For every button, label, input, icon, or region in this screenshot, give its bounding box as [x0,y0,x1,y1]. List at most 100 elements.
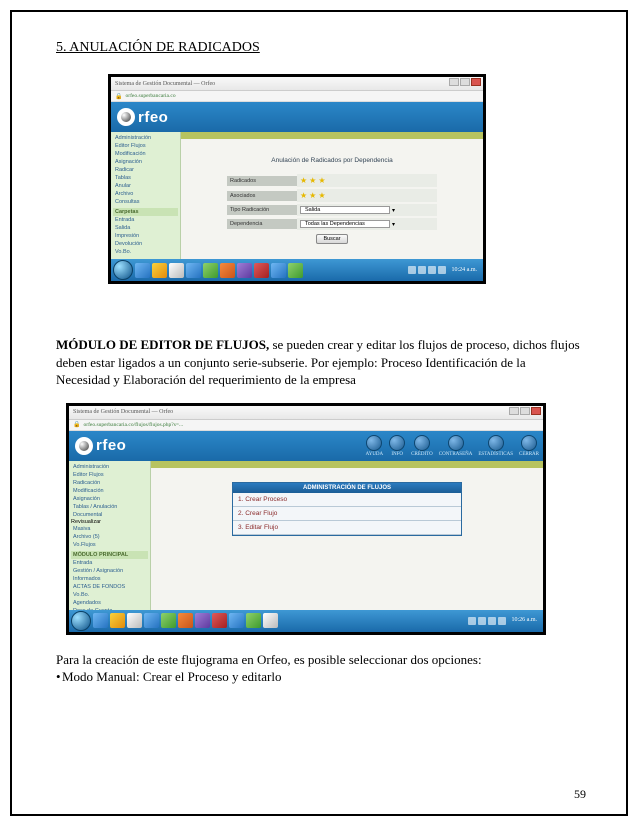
taskbar-icon[interactable] [127,613,142,628]
sidebar-item[interactable]: Entrada [71,559,148,567]
field-label: Dependencia [227,219,297,229]
taskbar-icon[interactable] [246,613,261,628]
window-controls [449,78,481,86]
sidebar-item[interactable]: Informados [71,575,148,583]
screenshot-editor-flujos: Sistema de Gestión Documental — Orfeo 🔒 … [66,403,546,635]
sidebar-item[interactable]: Modificación [113,150,178,158]
sidebar-item[interactable]: Agendados [71,599,148,607]
paragraph-line: Para la creación de este flujograma en O… [56,651,582,669]
select-input[interactable]: Salida [300,206,390,214]
admin-flujos-panel: ADMINISTRACIÓN DE FLUJOS 1. Crear Proces… [232,482,462,536]
taskbar-icon[interactable] [135,263,150,278]
brand-name: rfeo [138,109,168,126]
sidebar-item[interactable]: Archivo (5) [71,533,148,541]
taskbar-icon[interactable] [237,263,252,278]
start-button-icon[interactable] [113,260,133,280]
windows-taskbar: 10:26 a.m. [69,610,543,632]
sidebar-item[interactable]: Masiva [71,525,148,533]
sidebar: Administración Editor Flujos Radicación … [69,461,151,610]
sidebar-item[interactable]: Asignación [71,495,148,503]
page-number: 59 [574,787,586,802]
taskbar-icon[interactable] [229,613,244,628]
stats-icon[interactable] [488,435,504,451]
sidebar-item[interactable]: Entrada [113,216,178,224]
field-value[interactable]: ★★★ [297,189,437,202]
sidebar-item[interactable]: Radicación [71,479,148,487]
sidebar-item[interactable]: Tablas / Anulación [71,503,148,511]
taskbar-icon[interactable] [195,613,210,628]
lock-icon: 🔒 [115,93,122,100]
search-button[interactable]: Buscar [316,234,347,244]
sidebar-item[interactable]: Impresión [113,232,178,240]
sidebar-item[interactable]: Editor Flujos [71,471,148,479]
sidebar-item[interactable]: Consultas [113,198,178,206]
orfeo-logo-icon [75,437,93,455]
taskbar-icon[interactable] [169,263,184,278]
sidebar-item[interactable]: Asignación [113,158,178,166]
sidebar-item[interactable]: Modificación [71,487,148,495]
brand-name: rfeo [96,437,126,454]
help-icon[interactable] [366,435,382,451]
sidebar-item[interactable]: Vo.Flujos [71,541,148,549]
field-label: Tipo Radicación [227,205,297,215]
panel-option-crear-flujo[interactable]: 2. Crear Flujo [233,507,461,521]
sidebar-item[interactable]: Gestión / Asignación [71,567,148,575]
sidebar-item[interactable]: Administración [113,134,178,142]
taskbar-icon[interactable] [203,263,218,278]
taskbar-icon[interactable] [93,613,108,628]
sidebar-item[interactable]: Tablas [113,174,178,182]
password-icon[interactable] [448,435,464,451]
start-button-icon[interactable] [71,611,91,631]
system-tray [468,617,506,625]
taskbar-icon[interactable] [288,263,303,278]
panel-option-crear-proceso[interactable]: 1. Crear Proceso [233,493,461,507]
field-label: Radicados [227,176,297,186]
taskbar-icon[interactable] [271,263,286,278]
screenshot-anulacion: Sistema de Gestión Documental — Orfeo 🔒 … [108,74,486,284]
body-paragraph: Para la creación de este flujograma en O… [56,651,582,686]
window-titlebar: Sistema de Gestión Documental — Orfeo [111,77,483,91]
sidebar-item[interactable]: Salida [113,224,178,232]
sidebar-item[interactable]: Administración [71,463,148,471]
taskbar-icon[interactable] [110,613,125,628]
sidebar-section-header: MÓDULO PRINCIPAL [71,551,148,559]
sidebar-section-header: Carpetas [113,208,178,216]
sidebar-item[interactable]: Editor Flujos [113,142,178,150]
header-icon-bar: AYUDA INFO CRÉDITO CONTRASEÑA ESTADÍSTIC… [366,435,539,457]
taskbar-icon[interactable] [186,263,201,278]
app-header: rfeo [111,102,483,132]
taskbar-icon[interactable] [220,263,235,278]
taskbar-icon[interactable] [161,613,176,628]
taskbar-icon[interactable] [254,263,269,278]
sidebar-item[interactable]: Devolución [113,240,178,248]
taskbar-icon[interactable] [144,613,159,628]
orfeo-logo-icon [117,108,135,126]
document-page: 5. ANULACIÓN DE RADICADOS Sistema de Ges… [10,10,628,816]
app-header: rfeo AYUDA INFO CRÉDITO CONTRASEÑA ESTAD… [69,431,543,461]
taskbar-icon[interactable] [152,263,167,278]
sidebar-item[interactable]: Vo.Bo. [71,591,148,599]
sidebar-item[interactable]: Vo.Bo. [113,248,178,256]
form-title: Anulación de Radicados por Dependencia [227,157,437,164]
sidebar-item[interactable]: Radicar [113,166,178,174]
sidebar-item[interactable]: ACTAS DE FONDOS [71,583,148,591]
field-value[interactable]: Todas las Dependencias ▾ [297,218,437,230]
lock-icon: 🔒 [73,421,80,428]
info-icon[interactable] [389,435,405,451]
select-input[interactable]: Todas las Dependencias [300,220,390,228]
panel-option-editar-flujo[interactable]: 3. Editar Flujo [233,521,461,535]
credit-icon[interactable] [414,435,430,451]
sidebar-item[interactable]: Anular [113,182,178,190]
bullet-line: •Modo Manual: Crear el Proceso y editarl… [56,668,582,686]
sidebar: Administración Editor Flujos Modificació… [111,132,181,259]
sidebar-item[interactable]: Archivo [113,190,178,198]
close-session-icon[interactable] [521,435,537,451]
field-value[interactable]: Salida ▾ [297,204,437,216]
field-value[interactable]: ★★★ [297,174,437,187]
sidebar-item[interactable]: Documental [71,511,148,519]
taskbar-icon[interactable] [263,613,278,628]
address-bar: 🔒 orfeo.superbancaria.co [111,91,483,102]
taskbar-icon[interactable] [178,613,193,628]
taskbar-icon[interactable] [212,613,227,628]
url-text: orfeo.superbancaria.co/flujos/flujos.php… [83,422,183,428]
